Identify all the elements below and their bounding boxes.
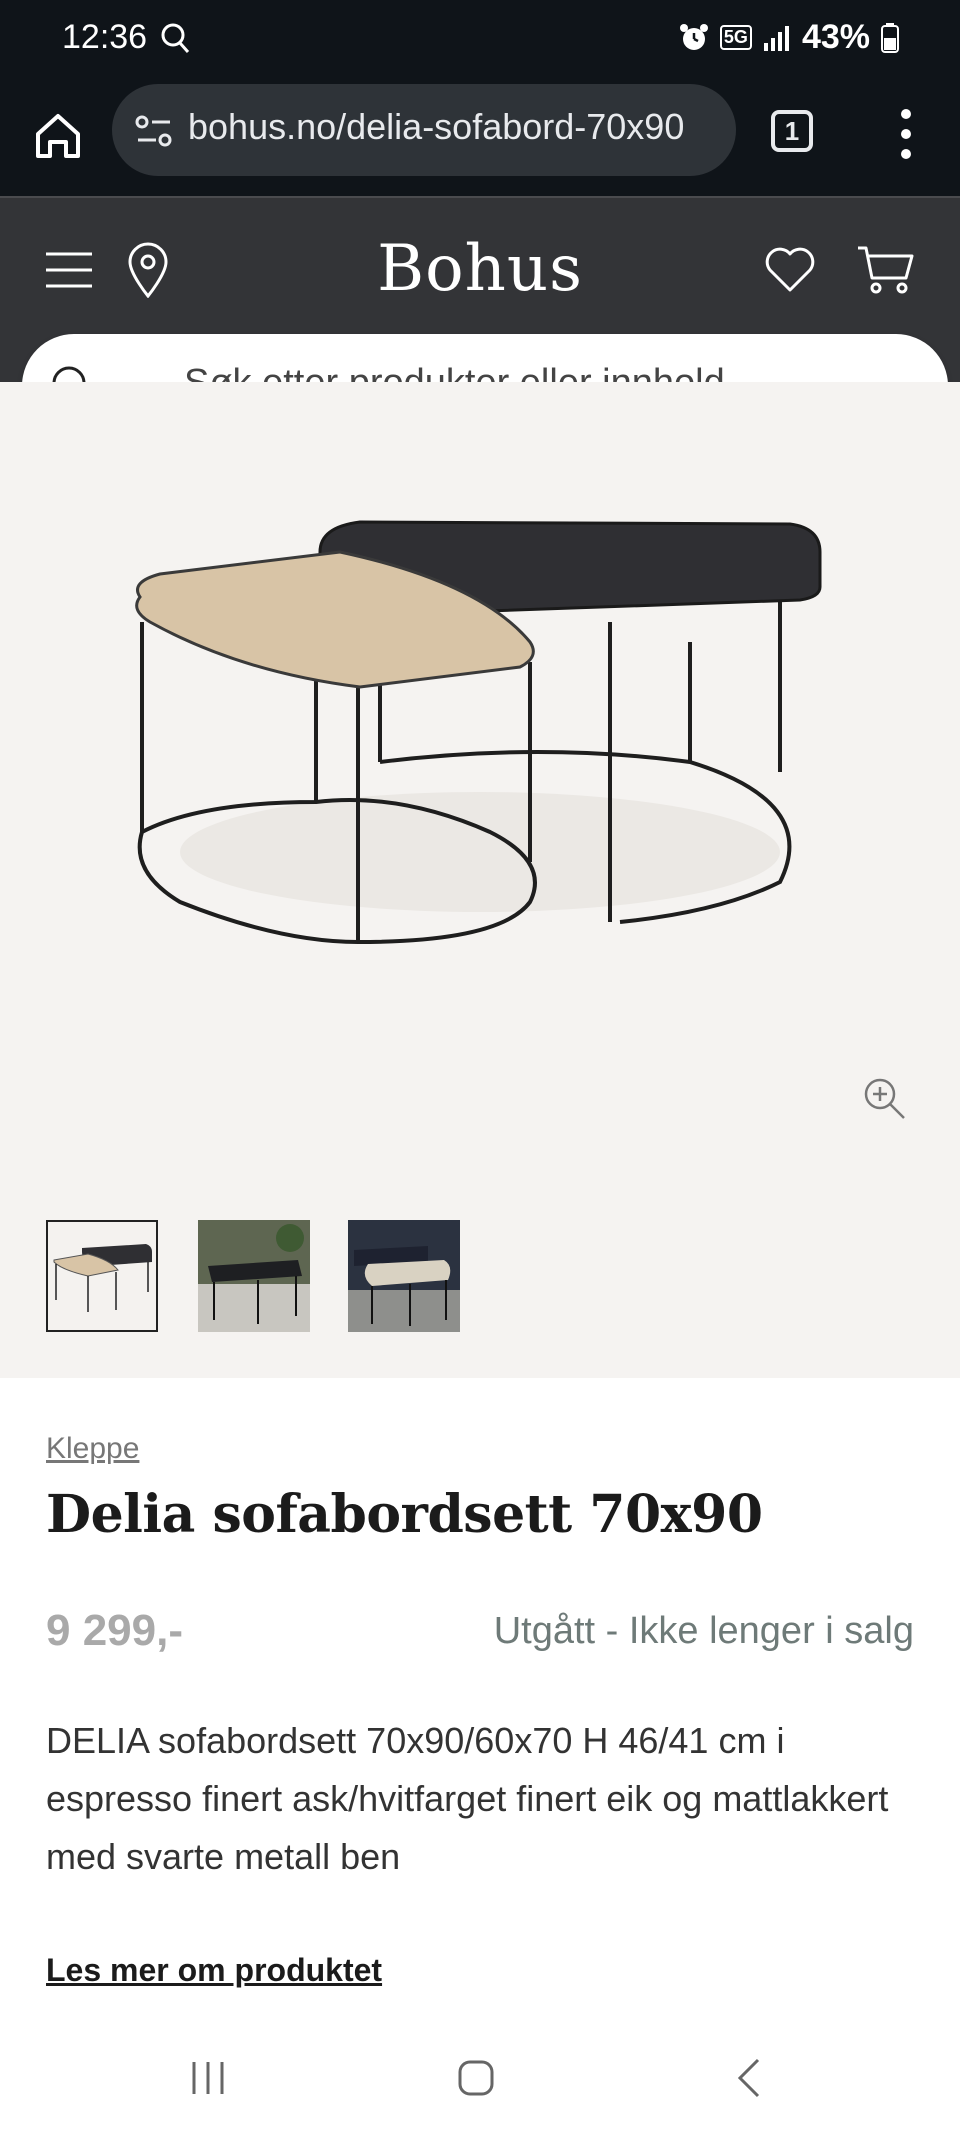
product-image[interactable]: [120, 502, 840, 982]
status-time: 12:36: [62, 18, 148, 56]
battery-icon: [881, 22, 899, 53]
product-description: DELIA sofabordsett 70x90/60x70 H 46/41 c…: [46, 1720, 889, 1877]
product-gallery: [0, 382, 960, 1378]
brand-link[interactable]: Kleppe: [46, 1432, 139, 1466]
product-price: 9 299,-: [46, 1606, 183, 1655]
availability-status: Utgått - Ikke lenger i salg: [493, 1610, 914, 1652]
more-menu-icon[interactable]: [892, 104, 920, 164]
thumbnail-image-2: [198, 1220, 310, 1332]
system-nav-bar: [0, 2030, 960, 2133]
zoom-in-icon[interactable]: [862, 1076, 906, 1120]
recent-apps-icon[interactable]: [188, 2058, 228, 2098]
tab-switcher-button[interactable]: 1: [771, 110, 813, 152]
url-text[interactable]: bohus.no/delia-sofabord-70x90: [188, 106, 722, 148]
thumbnail-image-1: [53, 1244, 152, 1312]
status-icons: 5G 43%: [678, 18, 900, 57]
network-type: 5G: [719, 25, 752, 50]
thumbnail-2[interactable]: [198, 1220, 310, 1332]
bohus-logo[interactable]: Bohus: [0, 232, 960, 306]
home-nav-icon[interactable]: [456, 2058, 496, 2098]
signal-icon: [763, 25, 789, 51]
heart-icon[interactable]: [764, 246, 816, 294]
status-bar: 12:36 5G 43%: [0, 0, 960, 82]
thumbnail-image-3: [348, 1220, 460, 1332]
product-title: Delia sofabordsett 70x90: [46, 1484, 763, 1545]
alarm-icon: [679, 23, 708, 50]
back-nav-icon[interactable]: [730, 2056, 770, 2100]
site-settings-icon[interactable]: [134, 114, 174, 150]
address-bar[interactable]: bohus.no/delia-sofabord-70x90: [112, 84, 736, 176]
cart-icon[interactable]: [856, 244, 914, 296]
search-status-icon: [161, 23, 190, 53]
thumbnail-1[interactable]: [46, 1220, 158, 1332]
browser-toolbar: bohus.no/delia-sofabord-70x90 1: [0, 82, 960, 196]
read-more-link[interactable]: Les mer om produktet: [46, 1952, 382, 1989]
home-icon[interactable]: [30, 108, 86, 164]
thumbnail-3[interactable]: [348, 1220, 460, 1332]
status-right: 5G 43%: [678, 18, 900, 57]
battery-percent: 43%: [801, 18, 870, 56]
